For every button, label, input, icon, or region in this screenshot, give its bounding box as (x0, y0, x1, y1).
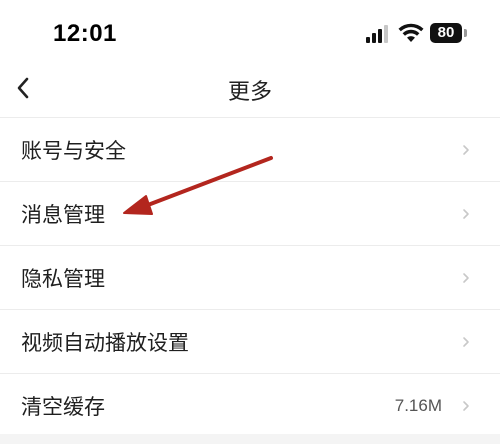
settings-item-privacy-management[interactable]: 隐私管理 (0, 246, 500, 310)
signal-icon (366, 25, 390, 43)
settings-item-video-autoplay[interactable]: 视频自动播放设置 (0, 310, 500, 374)
battery-icon: 80 (430, 23, 468, 43)
cache-size-value: 7.16M (395, 396, 442, 416)
chevron-right-icon (462, 208, 470, 220)
battery-cap (464, 29, 467, 37)
settings-item-account-security[interactable]: 账号与安全 (0, 118, 500, 182)
chevron-right-icon (462, 400, 470, 412)
status-time: 12:01 (53, 20, 117, 48)
status-bar: 12:01 80 (0, 0, 500, 62)
settings-list: 账号与安全 消息管理 隐私管理 视频自动播放设置 (0, 118, 500, 438)
settings-item-label: 视频自动播放设置 (21, 327, 189, 357)
chevron-right-icon (462, 144, 470, 156)
wifi-icon (398, 23, 424, 43)
settings-item-label: 消息管理 (21, 199, 105, 229)
screen: 12:01 80 更多 账号与安全 (0, 0, 500, 434)
nav-bar: 更多 (0, 62, 500, 118)
settings-item-clear-cache[interactable]: 清空缓存 7.16M (0, 374, 500, 438)
chevron-right-icon (462, 336, 470, 348)
settings-item-label: 清空缓存 (21, 391, 105, 421)
settings-item-label: 隐私管理 (21, 263, 105, 293)
page-title: 更多 (0, 74, 500, 106)
settings-item-message-management[interactable]: 消息管理 (0, 182, 500, 246)
battery-level: 80 (430, 23, 462, 43)
settings-item-label: 账号与安全 (21, 135, 126, 165)
chevron-right-icon (462, 272, 470, 284)
